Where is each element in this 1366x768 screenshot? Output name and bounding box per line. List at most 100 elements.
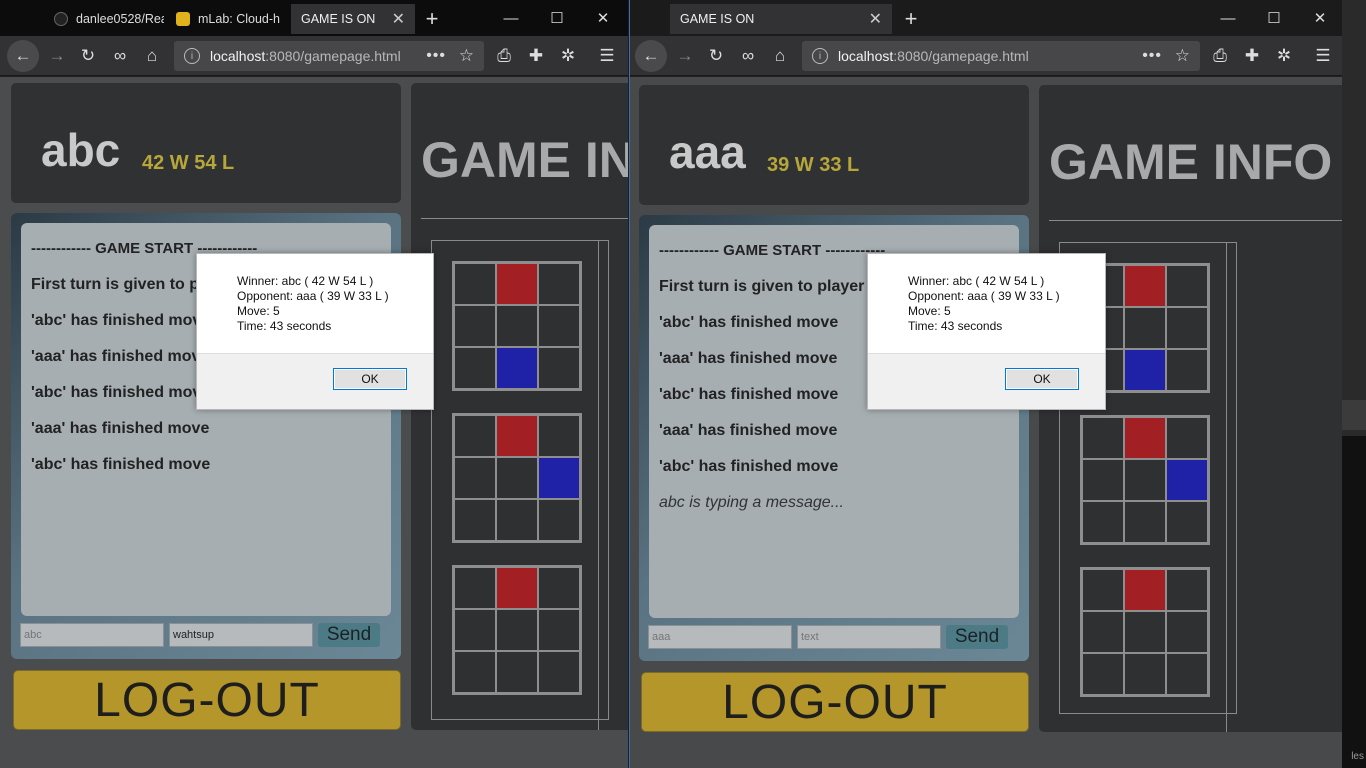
new-tab-button[interactable]: + bbox=[417, 4, 447, 34]
board-cell[interactable] bbox=[1124, 459, 1166, 501]
back-button[interactable]: ← bbox=[635, 40, 667, 72]
back-button[interactable]: ← bbox=[7, 40, 39, 72]
maximize-button[interactable]: ☐ bbox=[1251, 4, 1297, 32]
extensions-icon[interactable]: ✚ bbox=[1237, 42, 1267, 70]
board-cell[interactable] bbox=[538, 263, 580, 305]
board-cell[interactable] bbox=[1166, 417, 1208, 459]
print-icon[interactable]: ⎙ bbox=[1205, 42, 1235, 70]
board-cell[interactable] bbox=[1124, 653, 1166, 695]
close-window-button[interactable]: ✕ bbox=[580, 4, 626, 32]
board-cell[interactable] bbox=[496, 305, 538, 347]
board-cell[interactable] bbox=[1082, 653, 1124, 695]
private-mask-icon[interactable]: ∞ bbox=[733, 42, 763, 70]
board-cell[interactable] bbox=[1124, 501, 1166, 543]
blue-piece-cell[interactable] bbox=[1166, 459, 1208, 501]
new-tab-button[interactable]: + bbox=[896, 4, 926, 34]
bookmark-star-icon[interactable]: ☆ bbox=[1175, 46, 1190, 66]
logout-button[interactable]: LOG-OUT bbox=[13, 670, 401, 730]
board-cell[interactable] bbox=[454, 499, 496, 541]
board-cell[interactable] bbox=[496, 609, 538, 651]
send-button[interactable]: Send bbox=[318, 623, 380, 647]
extensions-icon[interactable]: ✚ bbox=[521, 42, 551, 70]
board-cell[interactable] bbox=[454, 651, 496, 693]
board-cell[interactable] bbox=[1166, 653, 1208, 695]
reload-button[interactable]: ↻ bbox=[73, 42, 103, 70]
message-input[interactable] bbox=[797, 625, 941, 649]
url-bar[interactable]: i localhost:8080/gamepage.html ••• ☆ bbox=[802, 41, 1200, 71]
board-cell[interactable] bbox=[454, 415, 496, 457]
blue-piece-cell[interactable] bbox=[496, 347, 538, 389]
minimize-button[interactable]: ― bbox=[488, 4, 534, 32]
gear-icon[interactable]: ✲ bbox=[553, 42, 583, 70]
board-cell[interactable] bbox=[454, 305, 496, 347]
close-tab-icon[interactable]: ✕ bbox=[392, 9, 405, 29]
ok-button[interactable]: OK bbox=[1005, 368, 1079, 390]
close-tab-icon[interactable]: ✕ bbox=[869, 9, 882, 29]
tab-mlab[interactable]: mLab: Cloud-h bbox=[166, 4, 290, 34]
board-cell[interactable] bbox=[1082, 417, 1124, 459]
board-cell[interactable] bbox=[538, 609, 580, 651]
home-button[interactable]: ⌂ bbox=[137, 42, 167, 70]
board-cell[interactable] bbox=[538, 347, 580, 389]
page-actions-icon[interactable]: ••• bbox=[1142, 47, 1162, 65]
board-cell[interactable] bbox=[454, 263, 496, 305]
board-cell[interactable] bbox=[1166, 501, 1208, 543]
board-cell[interactable] bbox=[1124, 307, 1166, 349]
board-cell[interactable] bbox=[496, 499, 538, 541]
tab-game[interactable]: GAME IS ON ✕ bbox=[291, 4, 415, 34]
board-cell[interactable] bbox=[538, 415, 580, 457]
maximize-button[interactable]: ☐ bbox=[534, 4, 580, 32]
info-icon[interactable]: i bbox=[812, 48, 828, 64]
board-cell[interactable] bbox=[1082, 611, 1124, 653]
name-input[interactable] bbox=[648, 625, 792, 649]
forward-button[interactable]: → bbox=[42, 42, 72, 70]
message-input[interactable] bbox=[169, 623, 313, 647]
board-cell[interactable] bbox=[538, 651, 580, 693]
board-cell[interactable] bbox=[496, 651, 538, 693]
red-piece-cell[interactable] bbox=[496, 263, 538, 305]
home-button[interactable]: ⌂ bbox=[765, 42, 795, 70]
red-piece-cell[interactable] bbox=[1124, 569, 1166, 611]
bookmark-star-icon[interactable]: ☆ bbox=[459, 46, 474, 66]
board-cell[interactable] bbox=[1166, 307, 1208, 349]
close-window-button[interactable]: ✕ bbox=[1297, 4, 1342, 32]
board-cell[interactable] bbox=[454, 457, 496, 499]
blue-piece-cell[interactable] bbox=[1124, 349, 1166, 391]
red-piece-cell[interactable] bbox=[1124, 417, 1166, 459]
board-cell[interactable] bbox=[454, 609, 496, 651]
board-cell[interactable] bbox=[454, 567, 496, 609]
board-cell[interactable] bbox=[1082, 569, 1124, 611]
board-cell[interactable] bbox=[1166, 349, 1208, 391]
forward-button[interactable]: → bbox=[670, 42, 700, 70]
board-cell[interactable] bbox=[454, 347, 496, 389]
board-cell[interactable] bbox=[538, 567, 580, 609]
tab-github[interactable]: danlee0528/Rea bbox=[44, 4, 164, 34]
board-cell[interactable] bbox=[1124, 611, 1166, 653]
info-icon[interactable]: i bbox=[184, 48, 200, 64]
red-piece-cell[interactable] bbox=[496, 567, 538, 609]
logout-button[interactable]: LOG-OUT bbox=[641, 672, 1029, 732]
ok-button[interactable]: OK bbox=[333, 368, 407, 390]
gear-icon[interactable]: ✲ bbox=[1269, 42, 1299, 70]
page-actions-icon[interactable]: ••• bbox=[426, 47, 446, 65]
board-cell[interactable] bbox=[496, 457, 538, 499]
blue-piece-cell[interactable] bbox=[538, 457, 580, 499]
name-input[interactable] bbox=[20, 623, 164, 647]
board-cell[interactable] bbox=[538, 305, 580, 347]
board-cell[interactable] bbox=[538, 499, 580, 541]
red-piece-cell[interactable] bbox=[1124, 265, 1166, 307]
reload-button[interactable]: ↻ bbox=[701, 42, 731, 70]
board-cell[interactable] bbox=[1166, 569, 1208, 611]
menu-icon[interactable]: ☰ bbox=[592, 42, 622, 70]
minimize-button[interactable]: ― bbox=[1205, 4, 1251, 32]
menu-icon[interactable]: ☰ bbox=[1308, 42, 1338, 70]
private-mask-icon[interactable]: ∞ bbox=[105, 42, 135, 70]
send-button[interactable]: Send bbox=[946, 625, 1008, 649]
board-cell[interactable] bbox=[1082, 459, 1124, 501]
board-cell[interactable] bbox=[1166, 611, 1208, 653]
print-icon[interactable]: ⎙ bbox=[489, 42, 519, 70]
url-bar[interactable]: i localhost:8080/gamepage.html ••• ☆ bbox=[174, 41, 484, 71]
red-piece-cell[interactable] bbox=[496, 415, 538, 457]
board-cell[interactable] bbox=[1166, 265, 1208, 307]
board-cell[interactable] bbox=[1082, 501, 1124, 543]
